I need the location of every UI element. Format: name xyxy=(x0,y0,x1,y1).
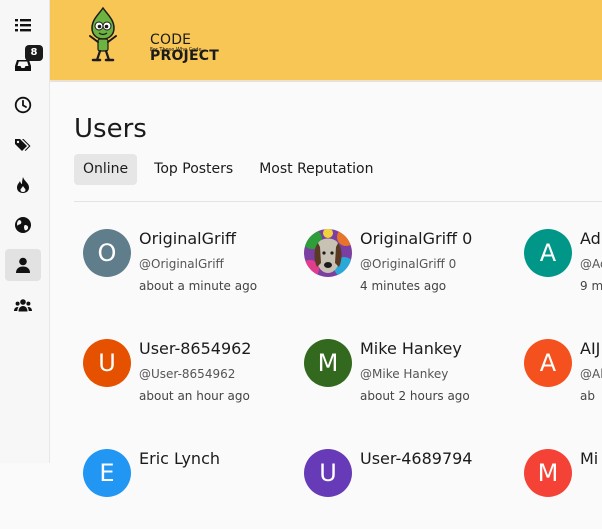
sidebar-item-users[interactable] xyxy=(5,249,41,281)
user-name[interactable]: Mi xyxy=(580,449,598,468)
avatar: A xyxy=(524,229,572,277)
user-handle: @Al xyxy=(580,367,602,381)
sidebar-item-world[interactable] xyxy=(5,209,41,241)
user-handle: @User-8654962 xyxy=(139,367,236,381)
user-card[interactable]: E Eric Lynch xyxy=(83,449,303,529)
avatar: O xyxy=(83,229,131,277)
user-last-seen: ab xyxy=(580,389,595,403)
user-name[interactable]: Ad xyxy=(580,229,601,248)
user-handle: @OriginalGriff xyxy=(139,257,224,271)
users-icon xyxy=(14,299,32,312)
avatar: U xyxy=(304,449,352,497)
user-last-seen: about a minute ago xyxy=(139,279,258,293)
user-name[interactable]: User-8654962 xyxy=(139,339,251,358)
user-icon xyxy=(16,257,30,273)
tab-most-reputation[interactable]: Most Reputation xyxy=(250,154,382,185)
sidebar-item-tags[interactable] xyxy=(5,129,41,161)
tab-top-posters[interactable]: Top Posters xyxy=(145,154,242,185)
bob-mascot-icon xyxy=(89,6,117,62)
user-name[interactable]: User-4689794 xyxy=(360,449,472,468)
list-icon xyxy=(15,19,31,32)
user-name[interactable]: Eric Lynch xyxy=(139,449,220,468)
sidebar-item-recent[interactable] xyxy=(5,89,41,121)
tab-online[interactable]: Online xyxy=(74,154,138,185)
avatar xyxy=(304,229,352,277)
avatar: E xyxy=(83,449,131,497)
user-card[interactable]: U User-8654962 @User-8654962 about an ho… xyxy=(83,339,303,419)
site-header: CODE PROJECT For Those Who Code xyxy=(50,0,602,82)
avatar: M xyxy=(524,449,572,497)
globe-icon xyxy=(15,217,31,233)
user-card[interactable]: OriginalGriff 0 @OriginalGriff 0 4 minut… xyxy=(304,229,524,309)
user-card[interactable]: M Mike Hankey @Mike Hankey about 2 hours… xyxy=(304,339,524,419)
user-last-seen: about an hour ago xyxy=(139,389,250,403)
user-last-seen: 4 minutes ago xyxy=(360,279,447,293)
user-card[interactable]: M Mi xyxy=(524,449,602,529)
sidebar-item-hot[interactable] xyxy=(5,169,41,201)
user-name[interactable]: AIJ xyxy=(580,339,600,358)
code-project-logo[interactable]: CODE PROJECT For Those Who Code xyxy=(80,6,250,64)
logo-code-text: CODE xyxy=(150,32,192,48)
user-handle: @Ad xyxy=(580,257,602,271)
fire-icon xyxy=(17,177,29,193)
avatar: A xyxy=(524,339,572,387)
user-name[interactable]: OriginalGriff 0 xyxy=(360,229,472,248)
tabs-divider xyxy=(74,201,602,202)
avatar: M xyxy=(304,339,352,387)
user-card[interactable]: A AIJ @Al ab xyxy=(524,339,602,419)
inbox-badge: 8 xyxy=(25,45,43,61)
sidebar-item-inbox[interactable]: 8 xyxy=(5,45,43,81)
user-name[interactable]: OriginalGriff xyxy=(139,229,236,248)
user-card[interactable]: O OriginalGriff @OriginalGriff about a m… xyxy=(83,229,303,309)
avatar: U xyxy=(83,339,131,387)
sidebar-item-groups[interactable] xyxy=(5,289,41,321)
user-card[interactable]: A Ad @Ad 9 m xyxy=(524,229,602,309)
page-title: Users xyxy=(74,114,147,144)
user-tabs: Online Top Posters Most Reputation xyxy=(74,154,390,185)
basset-hound-photo xyxy=(304,229,352,277)
sidebar-item-menu[interactable] xyxy=(5,9,41,41)
tags-icon xyxy=(15,139,31,151)
user-handle: @OriginalGriff 0 xyxy=(360,257,457,271)
sidebar: 8 xyxy=(0,0,50,463)
user-name[interactable]: Mike Hankey xyxy=(360,339,462,358)
logo-tagline: For Those Who Code xyxy=(150,47,202,53)
user-last-seen: about 2 hours ago xyxy=(360,389,470,403)
user-handle: @Mike Hankey xyxy=(360,367,449,381)
clock-icon xyxy=(14,96,32,114)
user-card[interactable]: U User-4689794 xyxy=(304,449,524,529)
user-last-seen: 9 m xyxy=(580,279,602,293)
